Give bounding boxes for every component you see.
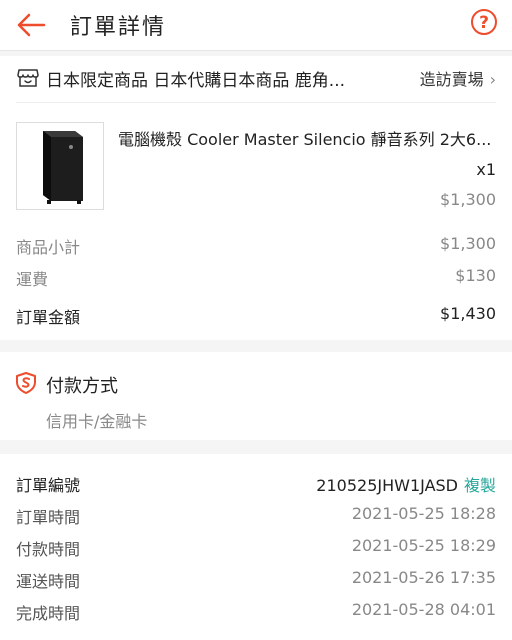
product-quantity: x1 (476, 160, 496, 179)
back-arrow-icon[interactable] (14, 8, 48, 42)
order-number-row: 訂單編號 210525JHW1JASD 複製 (16, 472, 496, 496)
shield-dollar-icon (16, 372, 36, 394)
payment-section: 付款方式 信用卡/金融卡 (0, 352, 512, 440)
shipping-value: $130 (455, 266, 496, 285)
shop-name: 日本限定商品 日本代購日本商品 鹿角... (46, 71, 346, 91)
subtotal-value: $1,300 (440, 234, 496, 253)
svg-text:?: ? (479, 13, 489, 33)
order-info-section: 訂單編號 210525JHW1JASD 複製 訂單時間 2021-05-25 18… (0, 454, 512, 640)
shipping-time-row: 運送時間 2021-05-26 17:35 (16, 568, 496, 592)
visit-shop-button[interactable]: 造訪賣場 › (420, 66, 496, 90)
product-image[interactable] (16, 122, 104, 210)
payment-time-row: 付款時間 2021-05-25 18:29 (16, 536, 496, 560)
completion-time-row: 完成時間 2021-05-28 04:01 (16, 600, 496, 624)
help-icon[interactable]: ? (470, 8, 498, 36)
payment-time-value: 2021-05-25 18:29 (351, 536, 496, 555)
pc-case-icon (43, 131, 83, 204)
order-total-row: 訂單金額 $1,430 (16, 304, 496, 328)
payment-title: 付款方式 (46, 376, 118, 397)
completion-time-label: 完成時間 (16, 604, 81, 623)
order-time-row: 訂單時間 2021-05-25 18:28 (16, 504, 496, 528)
shop-icon (17, 69, 39, 87)
app-header: 訂單詳情 ? (0, 0, 512, 51)
chevron-right-icon: › (489, 70, 496, 89)
page-title: 訂單詳情 (70, 15, 167, 40)
order-number-label: 訂單編號 (16, 476, 81, 495)
shipping-time-label: 運送時間 (16, 572, 81, 591)
payment-method: 信用卡/金融卡 (46, 412, 148, 431)
shop-row[interactable]: 日本限定商品 日本代購日本商品 鹿角... 造訪賣場 › (16, 56, 496, 103)
product-name[interactable]: 電腦機殼 Cooler Master Silencio 靜音系列 2大6... (118, 126, 498, 150)
order-total-label: 訂單金額 (16, 308, 81, 327)
visit-shop-label: 造訪賣場 (419, 70, 484, 89)
shipping-time-value: 2021-05-26 17:35 (351, 568, 496, 587)
shipping-row: 運費 $130 (16, 266, 496, 290)
shipping-label: 運費 (16, 270, 49, 289)
order-number-value: 210525JHW1JASD (316, 476, 458, 495)
order-total-value: $1,430 (440, 304, 496, 323)
subtotal-label: 商品小計 (16, 238, 81, 257)
order-item-card: 日本限定商品 日本代購日本商品 鹿角... 造訪賣場 › 電腦機殼 Cooler … (0, 56, 512, 340)
order-time-value: 2021-05-25 18:28 (351, 504, 496, 523)
payment-time-label: 付款時間 (16, 540, 81, 559)
completion-time-value: 2021-05-28 04:01 (351, 600, 496, 619)
subtotal-row: 商品小計 $1,300 (16, 234, 496, 258)
product-price: $1,300 (440, 190, 496, 209)
order-time-label: 訂單時間 (16, 508, 81, 527)
copy-button[interactable]: 複製 (464, 476, 496, 495)
